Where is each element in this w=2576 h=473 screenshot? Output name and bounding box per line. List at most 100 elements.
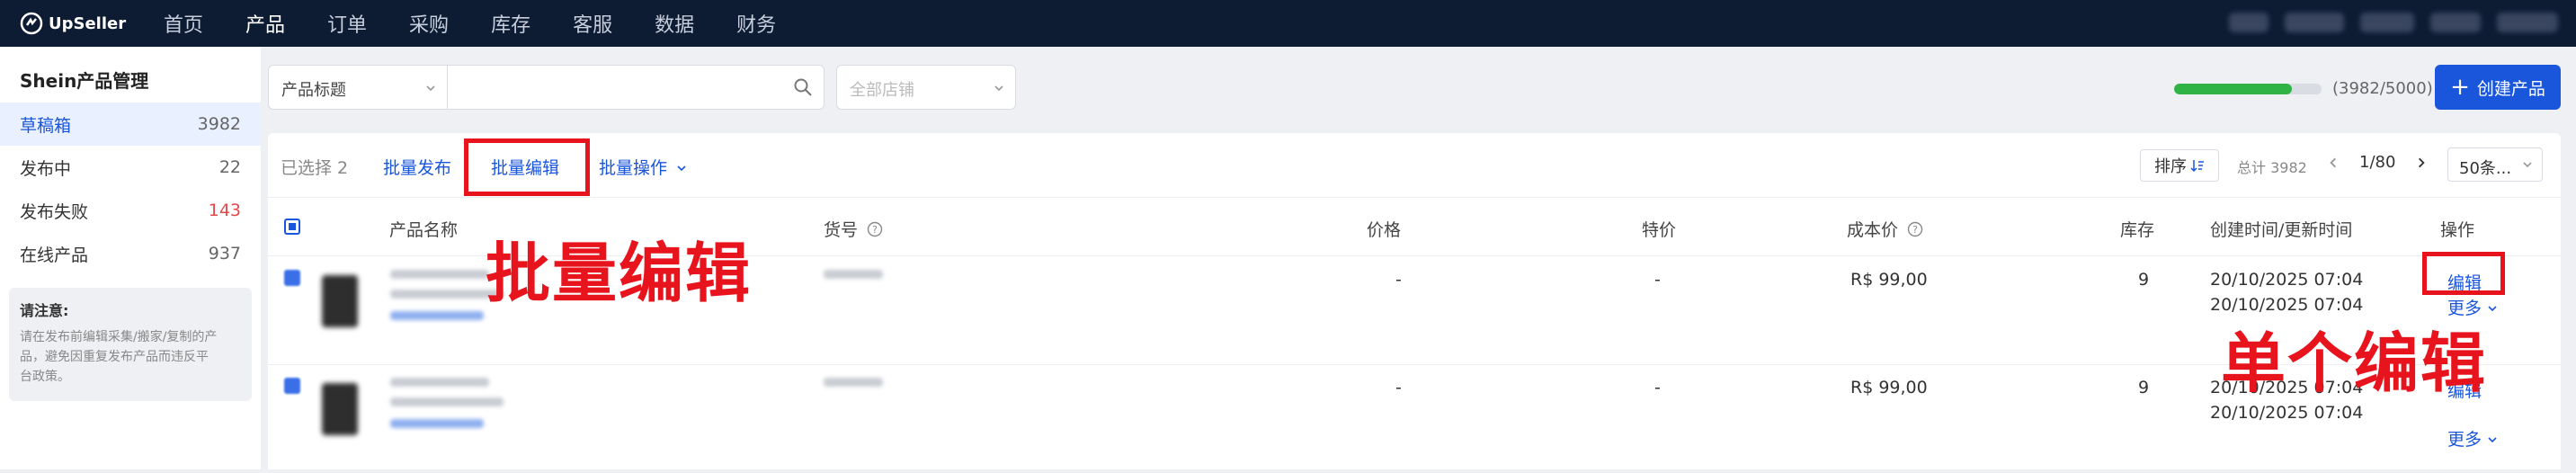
nav-item-service[interactable]: 客服 (573, 9, 612, 38)
header-stock: 库存 (2120, 220, 2155, 240)
chevron-down-icon (426, 85, 435, 92)
search-field-select-value: 产品标题 (281, 81, 346, 100)
nav-item-products[interactable]: 产品 (245, 9, 285, 38)
blurred-tool[interactable] (2285, 13, 2344, 32)
create-product-button[interactable]: + 创建产品 (2435, 65, 2561, 110)
sidebar-item-publishing[interactable]: 发布中 22 (0, 146, 261, 189)
nav-item-inventory[interactable]: 库存 (491, 9, 530, 38)
sidebar-item-count: 22 (218, 157, 241, 177)
nav-item-home[interactable]: 首页 (164, 9, 203, 38)
blurred-user-menu[interactable] (2497, 13, 2558, 32)
page-size-value: 50条... (2459, 159, 2512, 178)
row-checkbox[interactable] (284, 270, 300, 286)
svg-text:?: ? (872, 224, 878, 236)
upseller-logo-icon (20, 12, 43, 35)
help-circle-icon[interactable]: ? (1907, 221, 1923, 237)
chevron-down-icon (677, 165, 686, 172)
quota-indicator: (3982/5000) (2174, 79, 2433, 98)
create-product-label: 创建产品 (2476, 78, 2545, 99)
sidebar-item-failed[interactable]: 发布失败 143 (0, 189, 261, 232)
header-sku-label: 货号 (824, 220, 859, 240)
pagination: 1/80 (2327, 153, 2428, 172)
table-toolbar: 已选择 2 批量发布 批量编辑 批量操作 排序 总计 3982 1/80 50条… (268, 133, 2561, 198)
chevron-down-icon (2488, 306, 2497, 312)
select-all-checkbox[interactable] (284, 219, 300, 235)
nav-item-finance[interactable]: 财务 (736, 9, 776, 38)
shop-select[interactable]: 全部店铺 (836, 65, 1016, 110)
sidebar-item-count: 143 (208, 201, 241, 220)
product-thumbnail[interactable] (322, 383, 358, 435)
annotation-batch-edit: 批量编辑 (486, 236, 753, 311)
notice-box: 请注意: 请在发布前编辑采集/搬家/复制的产 品，避免因重复发布产品而违反平 台… (9, 288, 252, 401)
notice-line: 品，避免因重复发布产品而违反平 (20, 350, 209, 364)
product-thumbnail[interactable] (322, 275, 358, 327)
blurred-product-title (390, 270, 489, 279)
batch-ops-label: 批量操作 (599, 158, 668, 178)
total-count: 总计 3982 (2237, 159, 2307, 176)
sidebar-item-label: 在线产品 (20, 245, 89, 265)
blurred-product-meta (390, 397, 504, 406)
blurred-tool[interactable] (2229, 13, 2268, 32)
sidebar-item-count: 3982 (197, 114, 241, 134)
brand-name: UpSeller (49, 13, 127, 33)
sidebar-title: Shein产品管理 (20, 70, 149, 92)
chevron-down-icon (2523, 162, 2532, 168)
sidebar-item-drafts[interactable]: 草稿箱 3982 (0, 103, 261, 146)
top-navigation-bar: UpSeller 首页 产品 订单 采购 库存 客服 数据 财务 (0, 0, 2576, 47)
top-right-tools (2229, 13, 2558, 32)
header-product-name: 产品名称 (389, 220, 459, 240)
price-cell: - (1395, 270, 1402, 290)
annotation-single-edit: 单个编辑 (2221, 326, 2488, 401)
nav-item-orders[interactable]: 订单 (327, 9, 367, 38)
search-icon[interactable] (793, 77, 813, 97)
header-sku: 货号 ? (824, 217, 883, 241)
sort-button[interactable]: 排序 (2140, 149, 2219, 182)
header-cost-price: 成本价 ? (1847, 217, 1923, 241)
cost-price-cell: R$ 99,00 (1850, 270, 1928, 290)
search-input[interactable] (448, 66, 771, 107)
sort-label: 排序 (2154, 157, 2187, 176)
updated-time: 20/10/2025 07:04 (2210, 403, 2364, 423)
header-time: 创建时间/更新时间 (2210, 220, 2353, 240)
batch-ops-button[interactable]: 批量操作 (599, 155, 687, 179)
header-action: 操作 (2440, 220, 2475, 240)
blurred-product-title (390, 378, 489, 387)
price-cell: - (1395, 378, 1402, 397)
header-special-price: 特价 (1642, 220, 1677, 240)
filter-bar: 产品标题 全部店铺 (3982/5000) + 创建产品 (268, 65, 2561, 110)
row-checkbox[interactable] (284, 378, 300, 394)
search-field-select[interactable]: 产品标题 (268, 65, 448, 110)
sidebar-item-online[interactable]: 在线产品 937 (0, 232, 261, 275)
blurred-product-link[interactable] (390, 419, 484, 428)
sidebar-item-label: 草稿箱 (20, 115, 72, 136)
notice-title: 请注意: (20, 302, 69, 319)
page-indicator: 1/80 (2359, 153, 2396, 172)
chevron-left-icon[interactable] (2327, 156, 2340, 169)
stock-cell: 9 (2138, 378, 2150, 397)
page-size-select[interactable]: 50条... (2447, 147, 2543, 182)
batch-edit-highlight-box (464, 138, 590, 196)
sidebar-item-count: 937 (208, 244, 241, 263)
main-nav: 首页 产品 订单 采购 库存 客服 数据 财务 (164, 9, 818, 38)
help-circle-icon[interactable]: ? (867, 221, 883, 237)
brand-logo[interactable]: UpSeller (20, 12, 164, 35)
notice-line: 请在发布前编辑采集/搬家/复制的产 (20, 330, 218, 344)
nav-item-purchase[interactable]: 采购 (409, 9, 449, 38)
blurred-sku (824, 270, 883, 279)
sidebar-item-label: 发布中 (20, 158, 72, 179)
chevron-down-icon (2488, 437, 2497, 443)
blurred-tool[interactable] (2430, 13, 2481, 32)
blurred-sku (824, 378, 883, 387)
blurred-product-link[interactable] (390, 311, 484, 320)
cost-price-cell: R$ 99,00 (1850, 378, 1928, 397)
batch-publish-button[interactable]: 批量发布 (383, 155, 451, 179)
search-box (447, 65, 824, 110)
more-button[interactable]: 更多 (2447, 426, 2498, 451)
quota-progress-fill (2174, 83, 2292, 94)
blurred-tool[interactable] (2360, 13, 2414, 32)
chevron-down-icon (994, 85, 1003, 92)
single-edit-highlight-box (2422, 252, 2505, 295)
chevron-right-icon[interactable] (2415, 156, 2428, 169)
quota-progress-bar (2174, 83, 2322, 94)
nav-item-data[interactable]: 数据 (655, 9, 694, 38)
